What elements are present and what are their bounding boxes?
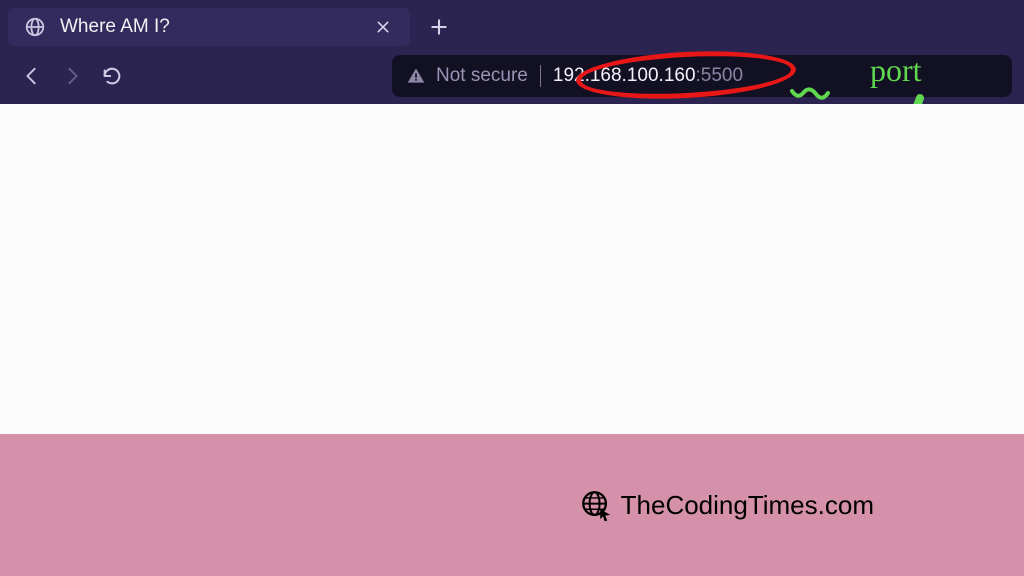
toolbar: Not secure 192.168.100.160:5500 [0, 48, 1024, 104]
reload-icon [101, 65, 123, 87]
back-icon [21, 65, 43, 87]
tab-strip: Where AM I? [0, 0, 1024, 48]
warning-icon [406, 66, 426, 86]
tab-close-button[interactable] [372, 16, 394, 38]
address-host: 192.168.100.160 [553, 65, 696, 87]
address-port: :5500 [696, 65, 744, 87]
security-status-label: Not secure [436, 65, 528, 87]
plus-icon [429, 17, 449, 37]
brand: TheCodingTimes.com [579, 488, 874, 522]
address-bar[interactable]: Not secure 192.168.100.160:5500 [392, 55, 1012, 97]
address-separator [540, 65, 541, 87]
footer-band: TheCodingTimes.com [0, 434, 1024, 576]
brand-text: TheCodingTimes.com [621, 490, 874, 521]
tab-active[interactable]: Where AM I? [8, 8, 410, 46]
forward-icon [61, 65, 83, 87]
reload-button[interactable] [92, 56, 132, 96]
new-tab-button[interactable] [420, 8, 458, 46]
tab-title: Where AM I? [60, 16, 372, 38]
globe-icon [24, 16, 46, 38]
globe-cursor-icon [579, 488, 613, 522]
forward-button[interactable] [52, 56, 92, 96]
browser-chrome: Where AM I? [0, 0, 1024, 104]
page-viewport: TheCodingTimes.com [0, 104, 1024, 576]
back-button[interactable] [12, 56, 52, 96]
close-icon [375, 19, 391, 35]
